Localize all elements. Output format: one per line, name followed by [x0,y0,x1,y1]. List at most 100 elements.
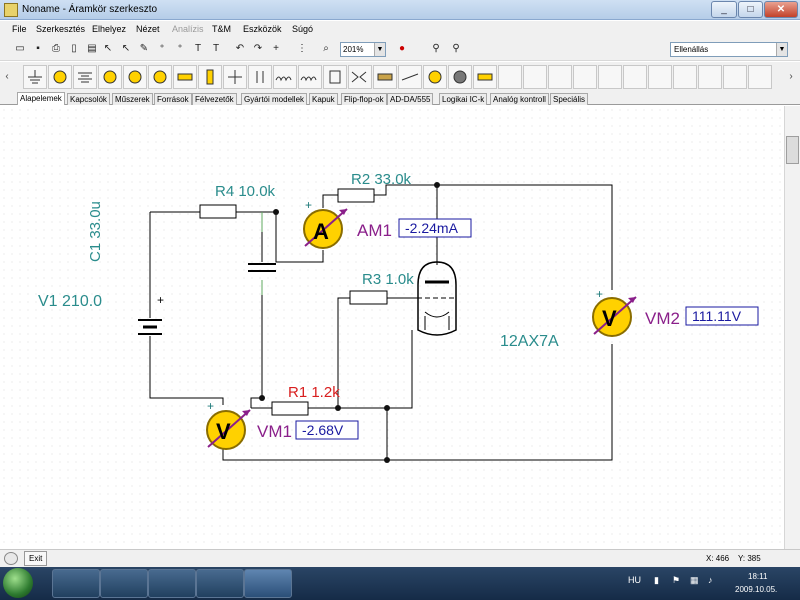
grid-icon[interactable]: ⋮ [294,41,310,57]
menu-tools[interactable]: Eszközök [243,24,282,34]
resistor-r2[interactable] [337,188,375,203]
coupled-inductor-icon[interactable] [348,65,372,89]
tab-ad-da[interactable]: AD-DA/555 [387,93,434,105]
flip-icon[interactable]: + [268,41,284,57]
empty-slot-icon[interactable] [548,65,572,89]
tab-meters[interactable]: Műszerek [112,93,153,105]
start-button[interactable] [3,568,33,598]
tab-flip-flops[interactable]: Flip-flop-ok [341,93,387,105]
fuse-icon[interactable] [373,65,397,89]
resistor-r4[interactable] [199,204,237,219]
add-label-icon[interactable]: ⁺ [154,41,170,57]
pointer-plus-icon[interactable]: ↖ [118,41,134,57]
tab-basic[interactable]: Alapelemek [17,92,65,105]
empty-slot-icon[interactable] [498,65,522,89]
vacuum-tube-12ax7a[interactable] [417,261,457,336]
tab-sources[interactable]: Források [154,93,192,105]
vertical-scrollbar[interactable] [784,106,800,549]
transformer-icon[interactable] [298,65,322,89]
inductor-icon[interactable] [273,65,297,89]
menu-help[interactable]: Súgó [292,24,313,34]
open-folder-icon[interactable]: ▭ [12,41,28,57]
current-source-icon[interactable] [148,65,172,89]
tab-gates[interactable]: Kapuk [309,93,338,105]
palette-scroll-right-icon[interactable]: › [786,66,796,88]
measure-icon[interactable]: ⚲ [448,41,464,57]
explorer-taskbar-icon[interactable] [52,569,100,598]
rotate-right-icon[interactable]: ↷ [250,41,266,57]
save-taskbar-icon[interactable] [148,569,196,598]
voltmeter-icon[interactable] [98,65,122,89]
circuit-app-taskbar-icon[interactable] [244,569,292,598]
text-icon[interactable]: T [190,41,206,57]
menu-place[interactable]: Elhelyez [92,24,126,34]
scrollbar-thumb[interactable] [786,136,799,164]
pointer-icon[interactable]: ↖ [100,41,116,57]
tab-logic-ics[interactable]: Logikai IC-k [439,93,488,105]
add-node-icon[interactable]: ⁺ [172,41,188,57]
zoom-icon[interactable]: ⌕ [318,41,334,57]
exit-icon[interactable] [4,552,18,565]
rotate-left-icon[interactable]: ↶ [232,41,248,57]
tab-switches[interactable]: Kapcsolók [67,93,110,105]
empty-slot-icon[interactable] [623,65,647,89]
resistor-r3[interactable] [349,290,388,305]
new-document-icon[interactable]: ▯ [66,41,82,57]
tab-special[interactable]: Speciális [550,93,589,105]
empty-slot-icon[interactable] [673,65,697,89]
property-select[interactable]: Ellenállás ▼ [670,42,788,57]
empty-slot-icon[interactable] [748,65,772,89]
tray-icon[interactable]: ▮ [654,575,659,586]
empty-slot-icon[interactable] [648,65,672,89]
menu-tm[interactable]: T&M [212,24,231,34]
probe-icon[interactable]: ⚲ [428,41,444,57]
clock-date[interactable]: 2009.10.05. [735,585,777,594]
switch-icon[interactable] [398,65,422,89]
lamp-icon[interactable] [423,65,447,89]
text-tool-icon[interactable]: T [208,41,224,57]
thermistor-icon[interactable] [473,65,497,89]
menu-view[interactable]: Nézet [136,24,160,34]
resistor-vertical-icon[interactable] [198,65,222,89]
empty-slot-icon[interactable] [698,65,722,89]
flag-icon[interactable]: ⚑ [672,575,680,586]
potentiometer-icon[interactable] [223,65,247,89]
maximize-button[interactable]: □ [738,1,763,18]
schematic-canvas[interactable]: R4 10.0k R2 33.0k R3 1.0k R1 1.2k C1 33.… [0,106,784,549]
tab-manufacturer-models[interactable]: Gyártói modellek [241,93,308,105]
print-icon[interactable]: ⎙ [48,41,64,57]
tab-analog-control[interactable]: Analóg kontroll [490,93,549,105]
palette-scroll-left-icon[interactable]: ‹ [2,66,12,88]
clock-time[interactable]: 18:11 [748,572,767,581]
pen-icon[interactable]: ✎ [136,41,152,57]
menu-edit[interactable]: Szerkesztés [36,24,85,34]
close-button[interactable]: ✕ [764,1,798,18]
resistor-icon[interactable] [173,65,197,89]
firefox-taskbar-icon[interactable] [100,569,148,598]
voltage-source-icon[interactable] [48,65,72,89]
ammeter-icon[interactable] [123,65,147,89]
network-icon[interactable]: ▦ [690,575,699,586]
ground-icon[interactable] [23,65,47,89]
exit-button[interactable]: Exit [24,551,48,566]
menu-analysis[interactable]: Analízis [172,24,204,34]
preview-icon[interactable]: ▤ [84,41,100,57]
dc-analysis-icon[interactable]: ● [394,41,410,57]
capacitor-icon[interactable] [248,65,272,89]
tab-semiconductors[interactable]: Félvezetők [192,93,237,105]
volume-icon[interactable]: ♪ [708,575,713,585]
empty-slot-icon[interactable] [573,65,597,89]
empty-slot-icon[interactable] [598,65,622,89]
empty-slot-icon[interactable] [523,65,547,89]
network-taskbar-icon[interactable] [196,569,244,598]
menu-file[interactable]: File [12,24,27,34]
empty-slot-icon[interactable] [723,65,747,89]
resistor-r1[interactable] [271,401,309,416]
save-icon[interactable]: ▪ [30,41,46,57]
battery-icon[interactable] [73,65,97,89]
language-indicator[interactable]: HU [628,575,641,585]
minimize-button[interactable]: _ [711,1,737,18]
zoom-select[interactable]: 201% ▼ [340,42,386,57]
motor-icon[interactable] [448,65,472,89]
relay-icon[interactable] [323,65,347,89]
